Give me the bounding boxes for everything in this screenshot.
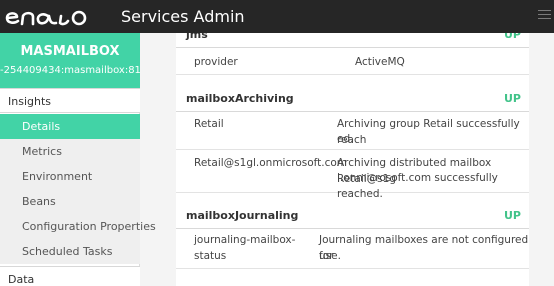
health-details-panel: jms UP provider ActiveMQ mailboxArchivin…: [176, 33, 529, 286]
row-value-line1: Archiving group Retail successfully reac…: [337, 118, 520, 146]
app-window: Services Admin MASMAILBOX -254409434:mas…: [0, 0, 554, 286]
sidebar-item-scheduled-tasks[interactable]: Scheduled Tasks: [0, 239, 140, 264]
section-header-mailbox-journaling: mailboxJournaling UP: [176, 203, 529, 229]
instance-header[interactable]: MASMAILBOX -254409434:masmailbox:8110: [0, 33, 140, 88]
status-badge: UP: [504, 33, 521, 41]
status-badge: UP: [504, 92, 521, 105]
row-value-line2: ed.: [337, 133, 354, 145]
app-title: Services Admin: [121, 7, 245, 26]
section-name: mailboxJournaling: [186, 209, 299, 222]
nav-group-data[interactable]: Data: [0, 266, 140, 286]
row-value-line2: use.: [319, 250, 341, 262]
row-key: provider: [194, 56, 238, 68]
table-row: Retail Archiving group Retail successful…: [176, 112, 529, 150]
row-value: ActiveMQ: [355, 56, 405, 68]
hamburger-icon[interactable]: [538, 10, 551, 22]
row-value-line1: Journaling mailboxes are not configured …: [319, 234, 529, 262]
instance-id: -254409434:masmailbox:8110: [0, 65, 140, 76]
row-key: Retail@s1gl.onmicrosoft.com: [194, 157, 348, 169]
table-row: Retail@s1gl.onmicrosoft.com Archiving di…: [176, 150, 529, 200]
nav-group-insights[interactable]: Insights: [0, 88, 140, 113]
sidebar: MASMAILBOX -254409434:masmailbox:8110 In…: [0, 33, 156, 286]
status-badge: UP: [504, 209, 521, 222]
row-key-line1: journaling-mailbox-: [194, 234, 296, 246]
section-header-mailbox-archiving: mailboxArchiving UP: [176, 86, 529, 112]
sidebar-item-details[interactable]: Details: [0, 114, 140, 139]
table-row: journaling-mailbox- status Journaling ma…: [176, 229, 529, 269]
row-value-line2: l.onmicrosoft.com successfully reached.: [337, 172, 498, 200]
instance-name: MASMAILBOX: [20, 44, 120, 59]
sidebar-item-metrics[interactable]: Metrics: [0, 139, 140, 164]
sidebar-item-configuration-properties[interactable]: Configuration Properties: [0, 214, 156, 239]
section-header-jms: jms UP: [176, 33, 529, 48]
section-name: mailboxArchiving: [186, 92, 294, 105]
sidebar-item-environment[interactable]: Environment: [0, 164, 140, 189]
enaio-logo: [5, 10, 87, 26]
sidebar-item-beans[interactable]: Beans: [0, 189, 140, 214]
section-name: jms: [186, 33, 208, 41]
row-key-line2: status: [194, 250, 227, 262]
top-bar: Services Admin: [0, 0, 554, 33]
table-row: provider ActiveMQ: [176, 48, 529, 75]
row-key: Retail: [194, 118, 224, 130]
